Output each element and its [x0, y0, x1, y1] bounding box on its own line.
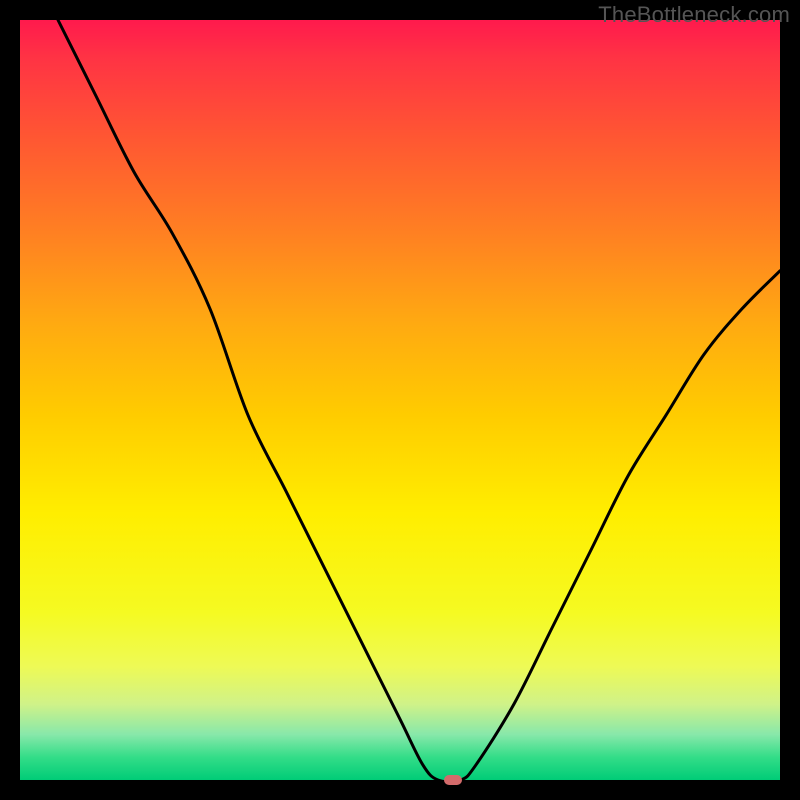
watermark-text: TheBottleneck.com: [598, 2, 790, 28]
chart-frame: TheBottleneck.com: [0, 0, 800, 800]
optimal-point-marker: [444, 775, 462, 785]
bottleneck-curve: [20, 20, 780, 780]
